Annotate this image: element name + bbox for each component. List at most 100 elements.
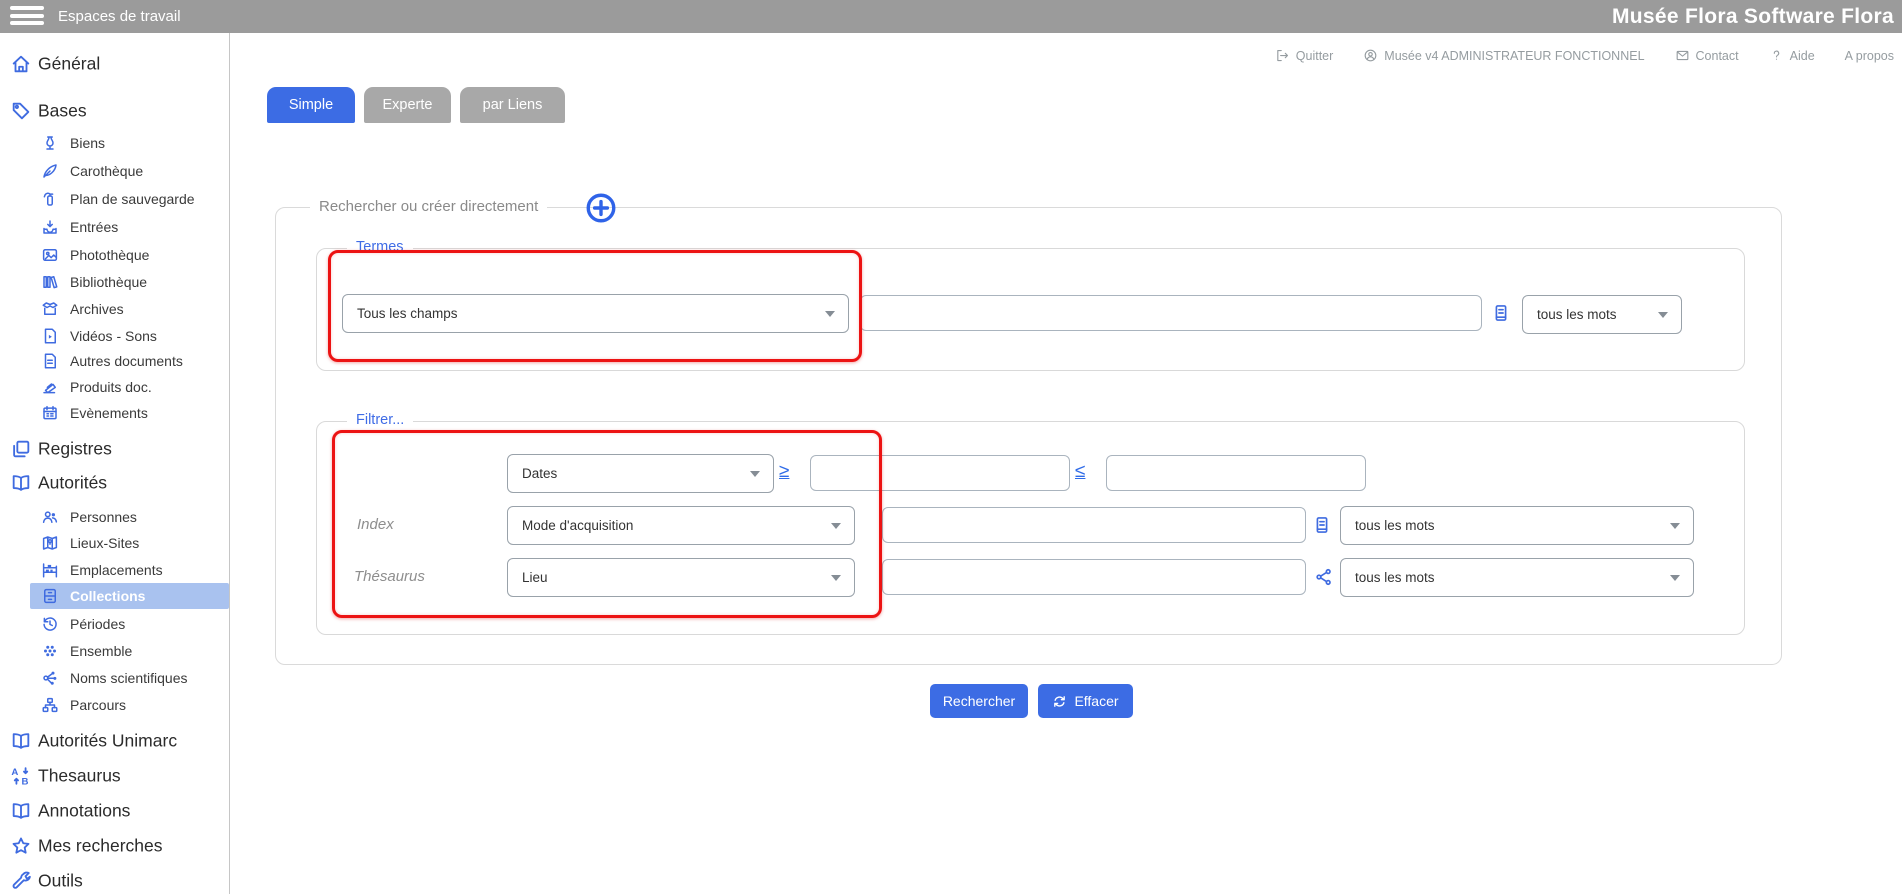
sidebar-item-personnes[interactable]: Personnes — [0, 504, 229, 530]
user-circle-icon — [1363, 48, 1378, 63]
index-book-icon[interactable] — [1312, 515, 1332, 535]
star-icon — [10, 835, 32, 857]
account-link[interactable]: Musée v4 ADMINISTRATEUR FONCTIONNEL — [1363, 48, 1644, 63]
thesaurus-value-input[interactable] — [882, 559, 1306, 595]
sidebar-item-autorites[interactable]: Autorités — [0, 469, 229, 497]
open-box-icon — [41, 300, 59, 318]
tab-simple[interactable]: Simple — [267, 87, 355, 123]
date-to-input[interactable] — [1106, 455, 1366, 491]
search-panel: Rechercher ou créer directement Termes T… — [275, 207, 1782, 665]
refresh-icon — [1052, 694, 1067, 709]
index-value-input[interactable] — [882, 507, 1306, 543]
sidebar-item-entrees[interactable]: Entrées — [0, 214, 229, 240]
termes-legend: Termes — [347, 239, 413, 255]
artifact-icon — [41, 134, 59, 152]
hamburger-menu-icon[interactable] — [10, 6, 44, 28]
thesaurus-match-select[interactable]: tous les mots — [1340, 558, 1694, 597]
inbox-arrow-icon — [41, 218, 59, 236]
chevron-down-icon — [825, 311, 835, 317]
sidebar-item-archives[interactable]: Archives — [0, 296, 229, 322]
thesaurus-row-label: Thésaurus — [354, 568, 425, 585]
sidebar-item-emplacements[interactable]: Emplacements — [0, 557, 229, 583]
workspace-label: Espaces de travail — [58, 0, 181, 33]
sidebar-item-annotations[interactable]: Annotations — [0, 797, 229, 825]
sidebar-item-parcours[interactable]: Parcours — [0, 692, 229, 718]
open-book-icon — [10, 800, 32, 822]
extinguisher-icon — [41, 190, 59, 208]
termes-match-select[interactable]: tous les mots — [1522, 295, 1682, 334]
thesaurus-select[interactable]: Lieu — [507, 558, 855, 597]
logout-icon — [1275, 48, 1290, 63]
contact-link[interactable]: Contact — [1675, 48, 1739, 63]
share-icon[interactable] — [1314, 567, 1334, 587]
sidebar-item-lieux-sites[interactable]: Lieux-Sites — [0, 530, 229, 556]
calendar-icon — [41, 404, 59, 422]
greater-equal-toggle[interactable]: ≥ — [779, 462, 789, 481]
tab-par-liens[interactable]: par Liens — [460, 87, 565, 123]
sidebar: Général Bases Biens Carothèque Plan de s… — [0, 33, 230, 894]
sitemap-icon — [41, 696, 59, 714]
sidebar-item-autorites-unimarc[interactable]: Autorités Unimarc — [0, 727, 229, 755]
image-icon — [41, 246, 59, 264]
chevron-down-icon — [1670, 575, 1680, 581]
sidebar-item-registres[interactable]: Registres — [0, 435, 229, 463]
sidebar-item-ensemble[interactable]: Ensemble — [0, 638, 229, 664]
aide-link[interactable]: Aide — [1769, 48, 1815, 63]
question-icon — [1769, 48, 1784, 63]
molecule-icon — [41, 669, 59, 687]
quill-icon — [41, 162, 59, 180]
sidebar-item-evenements[interactable]: Evènements — [0, 400, 229, 426]
open-book-icon — [10, 472, 32, 494]
tag-icon — [10, 100, 32, 122]
sidebar-item-plan-de-sauvegarde[interactable]: Plan de sauvegarde — [0, 186, 229, 212]
sidebar-item-bases[interactable]: Bases — [0, 97, 229, 125]
dates-select[interactable]: Dates — [507, 454, 774, 493]
paper-stack-icon — [41, 378, 59, 396]
date-from-input[interactable] — [810, 455, 1070, 491]
sidebar-item-bibliotheque[interactable]: Bibliothèque — [0, 269, 229, 295]
index-select[interactable]: Mode d'acquisition — [507, 506, 855, 545]
sidebar-item-produits-doc[interactable]: Produits doc. — [0, 374, 229, 400]
copies-icon — [10, 438, 32, 460]
sidebar-item-thesaurus[interactable]: Thesaurus — [0, 762, 229, 790]
a-propos-link[interactable]: A propos — [1845, 49, 1894, 63]
sidebar-item-phototheque[interactable]: Photothèque — [0, 242, 229, 268]
index-book-icon[interactable] — [1491, 303, 1511, 323]
chevron-down-icon — [831, 575, 841, 581]
envelope-icon — [1675, 48, 1690, 63]
filtrer-fieldset: Filtrer... Dates ≥ ≤ Index Mode d'acquis… — [316, 421, 1745, 635]
rechercher-button[interactable]: Rechercher — [930, 684, 1028, 718]
open-book-icon — [10, 730, 32, 752]
effacer-button[interactable]: Effacer — [1038, 684, 1133, 718]
index-match-select[interactable]: tous les mots — [1340, 506, 1694, 545]
cluster-icon — [41, 642, 59, 660]
sidebar-item-autres-documents[interactable]: Autres documents — [0, 348, 229, 374]
map-pin-icon — [41, 534, 59, 552]
application-window: Espaces de travail Musée Flora Software … — [0, 0, 1902, 894]
sidebar-item-periodes[interactable]: Périodes — [0, 611, 229, 637]
sidebar-item-carotheque[interactable]: Carothèque — [0, 158, 229, 184]
termes-search-input[interactable] — [860, 295, 1482, 331]
topbar: Espaces de travail Musée Flora Software … — [0, 0, 1902, 33]
sidebar-item-biens[interactable]: Biens — [0, 130, 229, 156]
less-equal-toggle[interactable]: ≤ — [1075, 462, 1085, 481]
sidebar-item-videos-sons[interactable]: Vidéos - Sons — [0, 323, 229, 349]
media-file-icon — [41, 327, 59, 345]
users-icon — [41, 508, 59, 526]
termes-fieldset: Termes Tous les champs tous les mots — [316, 248, 1745, 371]
sidebar-item-general[interactable]: Général — [0, 50, 229, 78]
document-icon — [41, 352, 59, 370]
home-icon — [10, 53, 32, 75]
search-panel-legend: Rechercher ou créer directement — [310, 198, 547, 215]
tab-experte[interactable]: Experte — [364, 87, 451, 123]
chevron-down-icon — [1658, 312, 1668, 318]
sidebar-item-mes-recherches[interactable]: Mes recherches — [0, 832, 229, 860]
books-icon — [41, 273, 59, 291]
plus-circle-icon[interactable] — [584, 191, 618, 225]
termes-field-select[interactable]: Tous les champs — [342, 294, 849, 333]
sidebar-item-noms-scientifiques[interactable]: Noms scientifiques — [0, 665, 229, 691]
sidebar-item-collections[interactable]: Collections — [0, 583, 229, 609]
drawers-icon — [41, 587, 59, 605]
sidebar-item-outils[interactable]: Outils — [0, 867, 229, 894]
quitter-link[interactable]: Quitter — [1275, 48, 1334, 63]
